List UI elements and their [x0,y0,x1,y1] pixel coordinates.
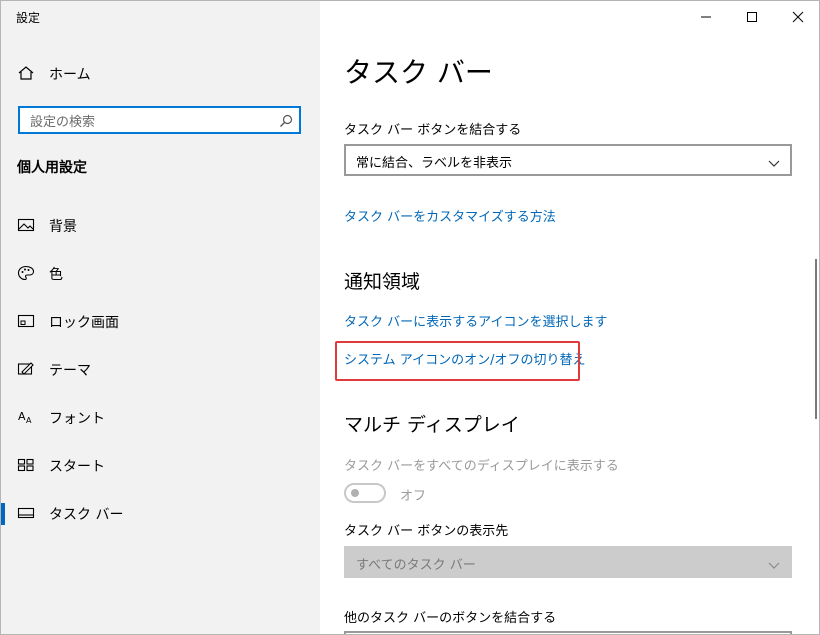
multi-display-heading: マルチ ディスプレイ [344,414,520,436]
sidebar-item-home[interactable]: ホーム [1,53,320,93]
close-icon [792,11,804,23]
app-title: 設定 [16,11,41,25]
show-buttons-on-dropdown[interactable]: すべてのタスク バー [344,546,792,578]
sidebar-item-label: ロック画面 [49,315,119,331]
maximize-button[interactable] [729,1,775,33]
show-all-displays-label: タスク バーをすべてのディスプレイに表示する [344,459,619,474]
sidebar-item-label: ホーム [49,67,91,83]
close-button[interactable] [775,1,819,33]
chevron-down-icon [768,154,780,167]
taskbar-icon [17,505,35,521]
sidebar-item-start[interactable]: スタート [1,445,320,485]
scrollbar[interactable] [815,259,817,419]
sidebar-item-font[interactable]: AA フォント [1,397,320,437]
sidebar-item-label: 色 [49,267,63,283]
show-buttons-on-label: タスク バー ボタンの表示先 [344,524,509,539]
sidebar-item-label: スタート [49,459,105,475]
chevron-down-icon [768,556,780,569]
search-input[interactable] [28,112,272,132]
sidebar-item-lock-screen[interactable]: ロック画面 [1,301,320,341]
sidebar-section-title: 個人用設定 [17,160,87,176]
customize-taskbar-link[interactable]: タスク バーをカスタマイズする方法 [344,206,556,225]
select-taskbar-icons-link[interactable]: タスク バーに表示するアイコンを選択します [344,311,607,330]
maximize-icon [747,12,757,22]
show-all-displays-toggle[interactable] [344,483,386,503]
dropdown-value: 常に結合、ラベルを非表示 [356,156,513,171]
dropdown-value: すべてのタスク バー [356,558,476,573]
notification-area-heading: 通知領域 [344,271,421,293]
start-icon [17,457,35,473]
search-box[interactable] [18,106,301,134]
sidebar-item-label: フォント [49,411,105,427]
svg-text:A: A [26,416,32,425]
other-taskbar-combine-dropdown[interactable] [344,631,792,634]
search-icon[interactable] [279,113,293,127]
svg-text:A: A [18,410,26,423]
sidebar: 設定 ホーム 個人用設定 背景 色 [1,1,320,634]
combine-buttons-label: タスク バー ボタンを結合する [344,123,522,138]
sidebar-item-theme[interactable]: テーマ [1,349,320,389]
page-title: タスク バー [344,56,493,89]
lock-screen-icon [17,313,35,329]
image-icon [17,217,35,233]
minimize-icon [701,16,711,18]
other-taskbar-combine-label: 他のタスク バーのボタンを結合する [344,611,557,626]
sidebar-item-label: 背景 [49,219,77,235]
sidebar-item-background[interactable]: 背景 [1,205,320,245]
sidebar-item-color[interactable]: 色 [1,253,320,293]
highlight-box [335,341,580,381]
toggle-state-label: オフ [400,489,427,504]
theme-icon [17,361,35,377]
sidebar-item-label: テーマ [49,363,91,379]
toggle-knob [351,489,359,497]
settings-window: 設定 ホーム 個人用設定 背景 色 [0,0,820,635]
palette-icon [17,265,35,281]
minimize-button[interactable] [683,1,729,33]
main-panel: タスク バー タスク バー ボタンを結合する 常に結合、ラベルを非表示 タスク … [320,1,819,634]
home-icon [17,65,35,81]
sidebar-item-taskbar[interactable]: タスク バー [1,493,320,533]
font-icon: AA [17,409,35,425]
sidebar-item-label: タスク バー [49,507,124,523]
combine-buttons-dropdown[interactable]: 常に結合、ラベルを非表示 [344,144,792,176]
